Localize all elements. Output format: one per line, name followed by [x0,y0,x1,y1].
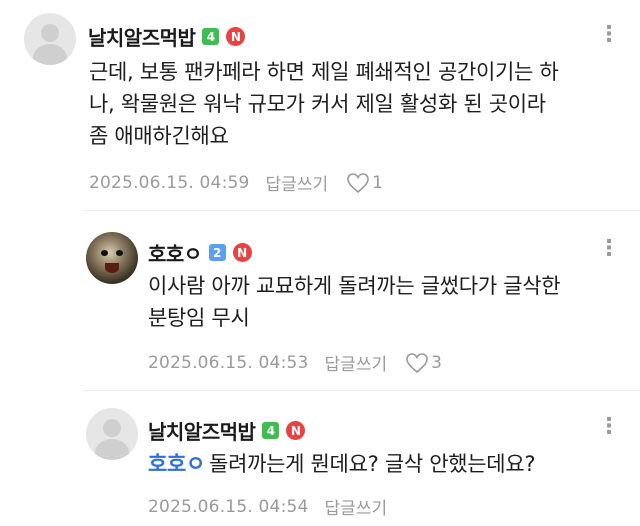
author-row: 호호ㅇ 2 N [148,238,252,267]
comment-item: 날치알즈먹밥 4 N ⋮ 근데, 보통 팬카페라 하면 제일 폐쇄적인 공간이기… [0,0,640,210]
author-nickname[interactable]: 호호ㅇ [148,238,202,267]
comment-text: 이사람 아까 교묘하게 돌려까는 글썼다가 글삭한 분탕임 무시 [148,274,561,330]
comment-date: 2025.06.15. 04:59 [89,172,250,193]
author-row: 날치알즈먹밥 4 N [148,416,306,445]
new-badge-icon: N [232,243,252,262]
new-badge-icon: N [286,421,306,440]
reply-button[interactable]: 답글쓰기 [325,494,388,519]
mention-link[interactable]: 호호ㅇ [148,452,205,476]
reply-button[interactable]: 답글쓰기 [325,350,388,375]
default-avatar-icon [41,24,59,42]
comment-meta: 2025.06.15. 04:54 답글쓰기 [148,494,388,520]
comment-text: 호호ㅇ 돌려까는게 뭔데요? 글삭 안했는데요? [148,452,536,476]
more-options-icon[interactable]: ⋮ [598,238,620,260]
heart-icon [347,172,369,193]
comment-item: 날치알즈먹밥 4 N ⋮ 호호ㅇ 돌려까는게 뭔데요? 글삭 안했는데요? 202… [0,390,640,526]
more-options-icon[interactable]: ⋮ [598,416,620,438]
divider [84,210,640,211]
author-row: 날치알즈먹밥 4 N [88,22,246,51]
comment-meta: 2025.06.15. 04:53 답글쓰기 3 [148,350,442,376]
profile-photo-avatar[interactable] [86,232,138,284]
default-avatar-icon [103,419,121,437]
like-button[interactable]: 3 [405,352,442,374]
more-options-icon[interactable]: ⋮ [598,24,620,46]
level-badge-icon: 2 [208,244,226,261]
author-nickname[interactable]: 날치알즈먹밥 [148,416,256,445]
new-badge-icon: N [226,27,246,46]
comment-item: 호호ㅇ 2 N ⋮ 이사람 아까 교묘하게 돌려까는 글썼다가 글삭한 분탕임 … [0,210,640,390]
divider [84,390,640,391]
comment-date: 2025.06.15. 04:54 [148,496,309,517]
level-badge-icon: 4 [262,422,280,439]
avatar[interactable] [24,13,76,65]
level-badge-icon: 4 [202,28,220,45]
heart-icon [406,352,428,373]
reply-button[interactable]: 답글쓰기 [266,170,329,195]
comment-meta: 2025.06.15. 04:59 답글쓰기 1 [89,170,383,196]
comment-text: 근데, 보통 팬카페라 하면 제일 폐쇄적인 공간이기는 하 나, 왁물원은 워… [89,60,559,148]
like-count: 1 [372,172,383,193]
avatar[interactable] [86,408,138,460]
like-button[interactable]: 1 [346,172,383,194]
comment-date: 2025.06.15. 04:53 [148,352,309,373]
like-count: 3 [431,352,442,373]
author-nickname[interactable]: 날치알즈먹밥 [88,22,196,51]
